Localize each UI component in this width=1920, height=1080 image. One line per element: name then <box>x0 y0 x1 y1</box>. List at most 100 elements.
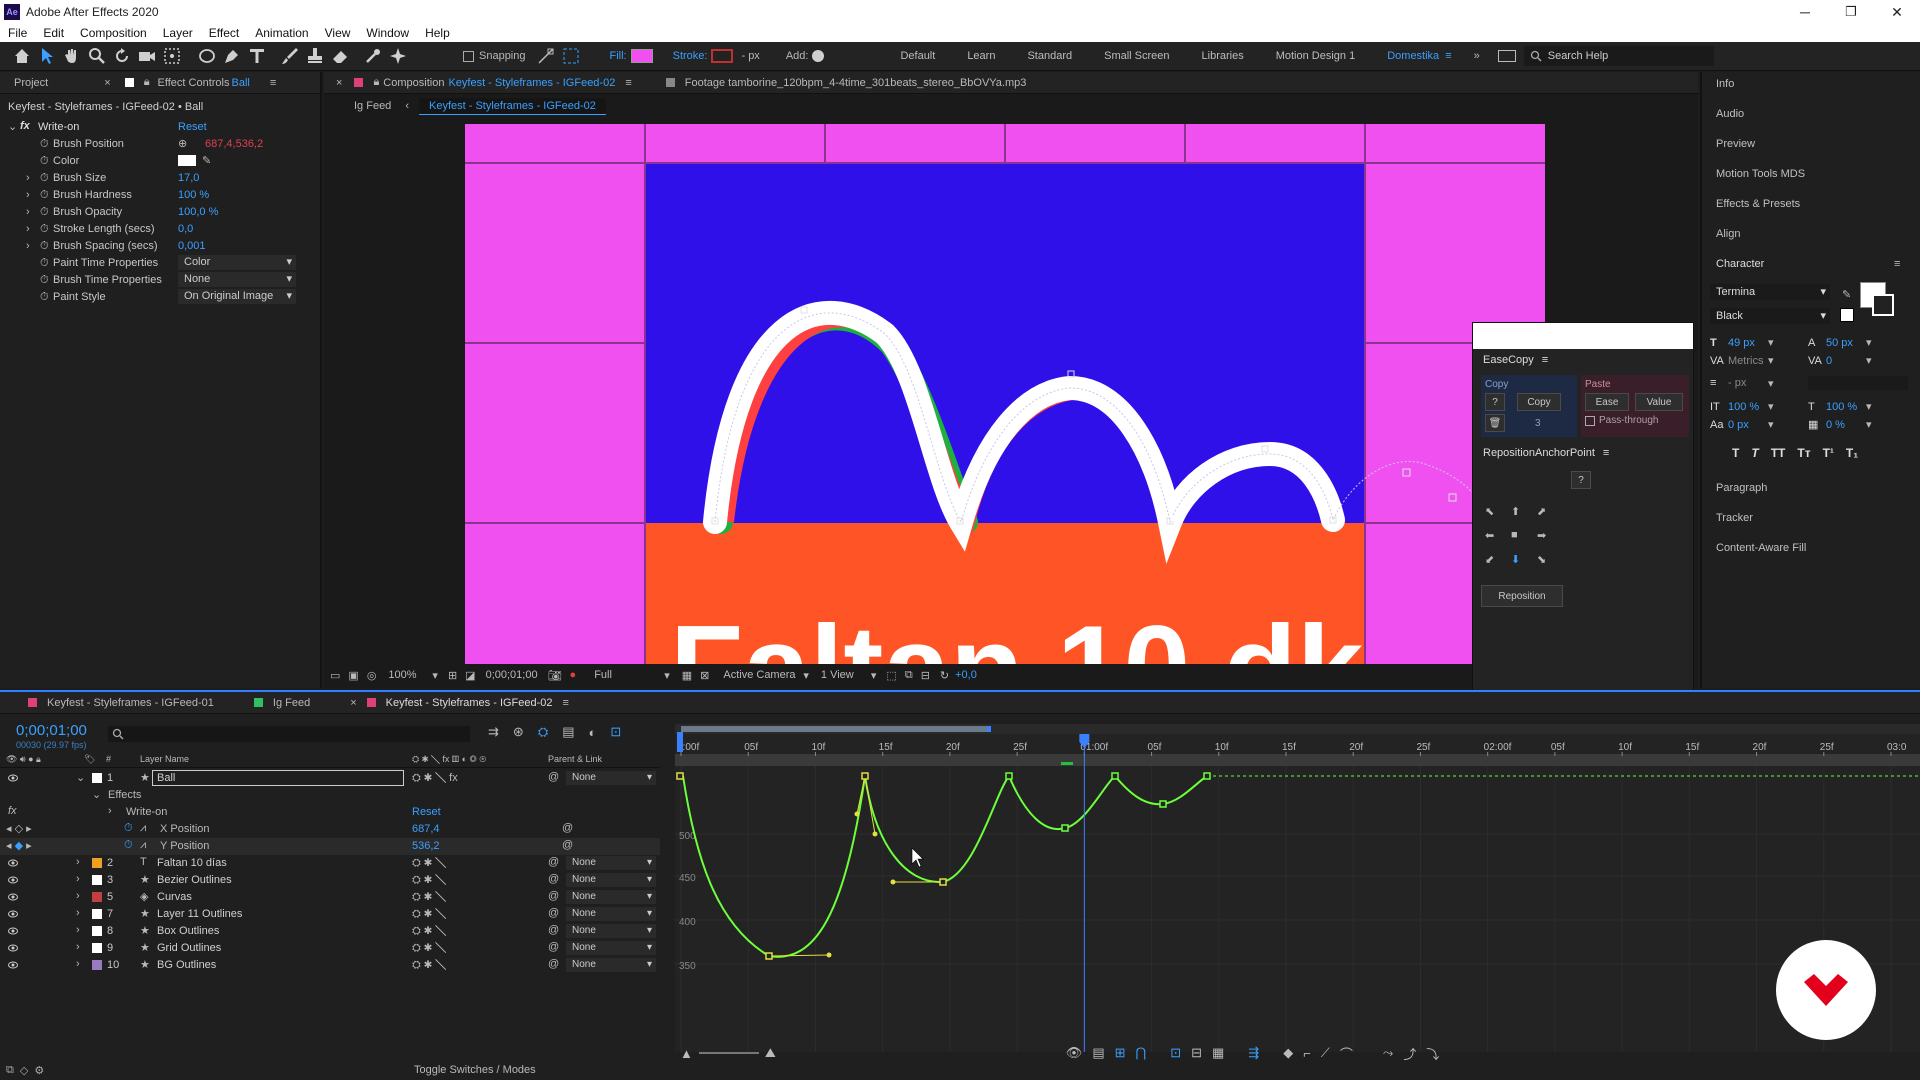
tsume-value[interactable]: 0 % <box>1826 419 1866 431</box>
fast-preview-icon[interactable]: ▦ <box>682 669 692 682</box>
twirl-icon[interactable]: › <box>26 206 30 218</box>
selection-tool-icon[interactable] <box>37 46 57 66</box>
menu-animation[interactable]: Animation <box>255 26 308 40</box>
menu-effect[interactable]: Effect <box>209 26 239 40</box>
twirl-icon[interactable]: › <box>76 873 80 885</box>
anchor-top-left-icon[interactable]: ⬉ <box>1485 505 1494 518</box>
render-time-icon[interactable]: ◇ <box>20 1064 28 1077</box>
layer-name[interactable]: Layer 11 Outlines <box>157 908 242 920</box>
graph-keyframe[interactable] <box>939 878 947 886</box>
fill-swatch[interactable] <box>630 49 653 63</box>
graph-keyframe[interactable] <box>1005 772 1013 780</box>
search-help-field[interactable]: Search Help <box>1523 46 1714 66</box>
effect-property-row[interactable]: › ⏱︎ Brush Hardness 100 % <box>0 187 320 204</box>
parent-dropdown[interactable]: None <box>566 856 656 870</box>
tsume-chevron-icon[interactable]: ▾ <box>1866 418 1872 431</box>
twirl-icon[interactable]: › <box>26 240 30 252</box>
superscript-icon[interactable]: T¹ <box>1823 446 1834 460</box>
clone-stamp-tool-icon[interactable] <box>305 46 325 66</box>
exposure-value[interactable]: +0,0 <box>955 669 977 681</box>
layer-name[interactable]: Bezier Outlines <box>157 874 232 886</box>
panel-tracker[interactable]: Tracker <box>1716 512 1753 524</box>
twirl-icon[interactable]: › <box>26 172 30 184</box>
effect-property-row[interactable]: ⏱︎ Color ✎ <box>0 153 320 170</box>
effect-property-row[interactable]: ⏱︎ Brush Time Properties None <box>0 272 320 289</box>
minimize-icon[interactable]: ─ <box>1782 4 1828 20</box>
stopwatch-icon[interactable]: ⏱︎ <box>40 155 49 168</box>
panel-audio[interactable]: Audio <box>1716 108 1744 120</box>
parent-dropdown[interactable]: None <box>566 958 656 972</box>
bezier-handle-point[interactable] <box>854 811 860 817</box>
stopwatch-icon[interactable]: ⏱︎ <box>40 138 49 151</box>
stopwatch-icon[interactable]: ⏱︎ <box>124 822 133 835</box>
easecopy-ease-button[interactable]: Ease <box>1585 393 1629 411</box>
layer-switches-icons[interactable]: ⛭ ✱ ╲ <box>412 891 446 904</box>
tab-close-icon[interactable]: × <box>104 77 110 89</box>
always-preview-icon[interactable]: ▭ <box>330 669 340 682</box>
graph-editor[interactable]: 5004504003500:00f 05f 10f 15f 20f 25f 01:00f 05… <box>675 724 1920 1052</box>
visibility-eye-icon[interactable] <box>8 926 18 936</box>
layer-label-swatch[interactable] <box>92 858 102 868</box>
faux-italic-icon[interactable]: T <box>1751 446 1758 460</box>
menu-file[interactable]: File <box>8 26 27 40</box>
font-family-dropdown[interactable]: Termina ▾ <box>1710 284 1830 300</box>
home-icon[interactable] <box>12 46 32 66</box>
separate-dimensions-icon[interactable]: ⇶ <box>1248 1045 1259 1061</box>
flowchart-icon[interactable]: ⊟ <box>921 669 930 682</box>
parent-dropdown[interactable]: None <box>566 907 656 921</box>
keyframe-nav-icon[interactable]: ◂ ◇ ▸ <box>6 822 32 835</box>
vertical-scale-value[interactable]: 100 % <box>1728 401 1768 413</box>
reposition-menu-icon[interactable]: ≡ <box>1603 447 1609 459</box>
subscript-icon[interactable]: T₁ <box>1846 446 1858 460</box>
parent-dropdown[interactable]: None <box>566 941 656 955</box>
layer-row[interactable]: › 7 ★ Layer 11 Outlines ⛭ ✱ ╲ @ None <box>0 906 660 923</box>
workspace-libraries[interactable]: Libraries <box>1202 50 1244 62</box>
panel-info[interactable]: Info <box>1716 78 1734 90</box>
motion-blur-icon[interactable]: ◐ <box>589 725 597 740</box>
layer-name[interactable]: BG Outlines <box>157 959 216 971</box>
comp-tab-prefix[interactable]: Composition <box>383 77 444 89</box>
snap-edges-icon[interactable] <box>536 46 556 66</box>
anchor-top-right-icon[interactable]: ⬈ <box>1537 505 1546 518</box>
zoom-in-icon[interactable]: ⛰ <box>765 1045 776 1061</box>
visibility-eye-icon[interactable] <box>8 943 18 953</box>
reset-exposure-icon[interactable]: ↻ <box>940 669 949 682</box>
camera-chevron-icon[interactable]: ▾ <box>803 669 809 682</box>
graph-type-icon[interactable]: ▤ <box>1092 1045 1104 1061</box>
effect-property-row[interactable]: › ⏱︎ Brush Spacing (secs) 0,001 <box>0 238 320 255</box>
layer-label-swatch[interactable] <box>92 892 102 902</box>
zoom-slider[interactable] <box>698 1052 759 1054</box>
eraser-tool-icon[interactable] <box>330 46 350 66</box>
graph-icon[interactable]: ⩘ <box>140 822 146 835</box>
layer-switches-icons[interactable]: ⛭ ✱ ╲ <box>412 908 446 921</box>
visibility-eye-icon[interactable] <box>8 892 18 902</box>
resolution-chevron-icon[interactable]: ▾ <box>664 669 670 682</box>
easy-ease-icon[interactable]: ⤳ <box>1383 1045 1393 1061</box>
comp-mini-flowchart-icon[interactable]: ⇉ <box>488 724 499 740</box>
twirl-down-icon[interactable]: ⌄ <box>8 120 17 133</box>
effect-property-row[interactable]: › ⏱︎ Brush Size 17,0 <box>0 170 320 187</box>
lock-icon[interactable]: 🔒︎ <box>144 76 150 89</box>
property-dropdown[interactable]: On Original Image <box>178 289 296 304</box>
zoom-dropdown-chevron-icon[interactable]: ▾ <box>432 669 438 682</box>
reposition-button[interactable]: Reposition <box>1481 585 1563 607</box>
easy-ease-out-icon[interactable]: ⤵ <box>1426 1044 1439 1063</box>
layer-row[interactable]: ⌄ 1 ★ Ball ⛭ ✱ ╲ fx @ None <box>0 770 660 787</box>
twirl-icon[interactable]: › <box>76 924 80 936</box>
graph-keyframe[interactable] <box>1159 800 1167 808</box>
property-dropdown[interactable]: None <box>178 272 296 287</box>
add-icon[interactable] <box>812 50 825 62</box>
stopwatch-icon[interactable]: ⏱︎ <box>40 257 49 270</box>
easecopy-help-button[interactable]: ? <box>1485 393 1505 411</box>
camera-tool-icon[interactable] <box>137 46 157 66</box>
current-timecode[interactable]: 0;00;01;00 <box>16 722 87 739</box>
work-area-range[interactable] <box>681 726 991 732</box>
panel-preview[interactable]: Preview <box>1716 138 1755 150</box>
visibility-eye-icon[interactable] <box>8 960 18 970</box>
stroke-swatch[interactable] <box>711 49 734 63</box>
graph-keyframe[interactable] <box>861 772 869 780</box>
layer-switches-icons[interactable]: ⛭ ✱ ╲ <box>412 874 446 887</box>
twirl-icon[interactable]: › <box>26 223 30 235</box>
effect-property-row[interactable]: ⏱︎ Paint Time Properties Color <box>0 255 320 272</box>
graph-keyframe[interactable] <box>1061 824 1069 832</box>
